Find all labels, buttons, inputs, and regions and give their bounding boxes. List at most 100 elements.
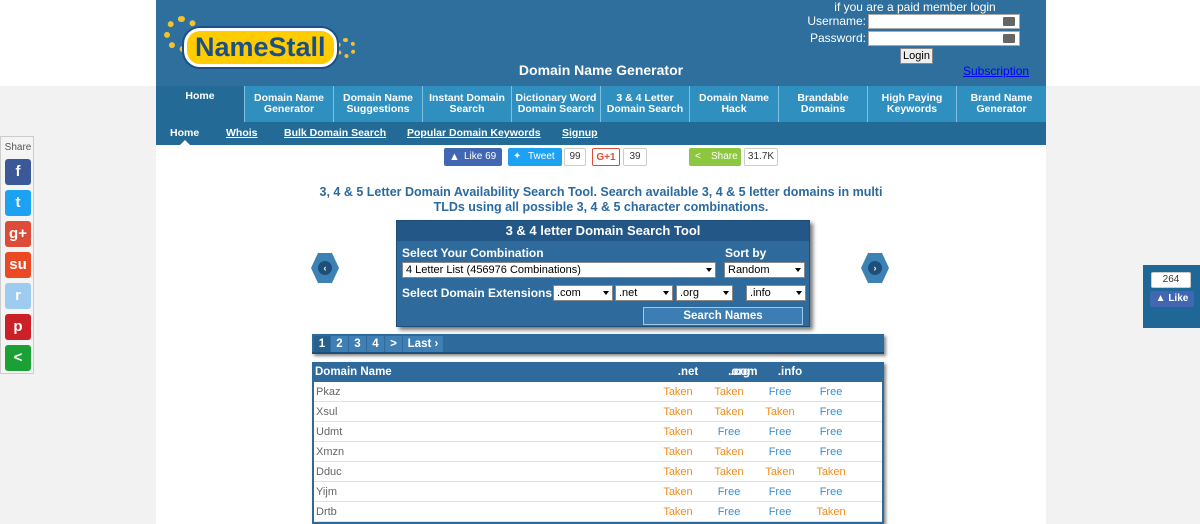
search-names-button[interactable]: Search Names	[643, 307, 803, 325]
page-next[interactable]: >	[385, 336, 402, 352]
extensions-label: Select Domain Extensions:	[402, 286, 557, 300]
status-cell: Taken	[663, 466, 693, 478]
table-row: Yijm Taken Free Free Free	[314, 482, 882, 502]
share-sidebar-label: Share	[4, 142, 32, 153]
nav-domain-name-hack[interactable]: Domain Name Hack	[690, 86, 779, 122]
domain-name-cell: Drtb	[316, 506, 337, 518]
extension-select-net[interactable]: .net	[615, 285, 673, 301]
search-tool-panel: 3 & 4 letter Domain Search Tool Select Y…	[396, 220, 810, 327]
facebook-like-button[interactable]: ▲ Like 69	[444, 148, 502, 166]
google-plus-icon[interactable]: g+	[5, 221, 31, 247]
domain-name-cell: Pkaz	[316, 386, 341, 398]
combination-value: 4 Letter List (456976 Combinations)	[406, 264, 581, 276]
sort-label: Sort by	[725, 246, 767, 260]
status-cell: Taken	[714, 386, 744, 398]
table-row: Pkaz Taken Taken Free Free	[314, 382, 882, 402]
paid-member-text: if you are a paid member login	[834, 0, 996, 14]
tool-description: 3, 4 & 5 Letter Domain Availability Sear…	[319, 185, 883, 214]
page-2[interactable]: 2	[331, 336, 348, 352]
tweet-button[interactable]: ✦ Tweet	[508, 148, 562, 166]
subnav-signup[interactable]: Signup	[562, 127, 598, 139]
facebook-icon[interactable]: f	[5, 159, 31, 185]
table-row: Udmt Taken Free Free Free	[314, 422, 882, 442]
table-header: Domain Name .com .net .org .info	[312, 362, 884, 382]
status-cell: Free	[768, 486, 792, 498]
sub-nav: Home Whois Bulk Domain Search Popular Do…	[156, 122, 1046, 145]
share-sidebar: Share f t g+ su r p <	[0, 136, 34, 374]
password-field[interactable]	[868, 31, 1020, 46]
gplus-count: 39	[623, 148, 647, 166]
keyboard-icon	[1003, 17, 1015, 26]
status-cell: Taken	[663, 506, 693, 518]
status-cell: Free	[717, 426, 741, 438]
dropdown-arrow-icon	[603, 291, 609, 295]
domain-name-cell: Xmzn	[316, 446, 345, 458]
status-cell: Taken	[663, 486, 693, 498]
sort-select[interactable]: Random	[724, 262, 805, 278]
status-cell: Free	[819, 446, 843, 458]
subnav-home[interactable]: Home	[170, 127, 199, 139]
status-cell: Free	[819, 486, 843, 498]
status-cell: Free	[819, 386, 843, 398]
next-arrow[interactable]: ›	[861, 253, 889, 283]
pinterest-icon[interactable]: p	[5, 314, 31, 340]
page-last[interactable]: Last ›	[403, 336, 443, 352]
header-org: .org	[728, 366, 750, 378]
nav-brand-name-generator[interactable]: Brand Name Generator	[957, 86, 1046, 122]
extension-select-com[interactable]: .com	[553, 285, 613, 301]
table-row: Xsul Taken Taken Taken Free	[314, 402, 882, 422]
dropdown-arrow-icon	[706, 268, 712, 272]
page-3[interactable]: 3	[349, 336, 366, 352]
header-info: .info	[777, 366, 803, 378]
table-row: Xmzn Taken Taken Free Free	[314, 442, 882, 462]
combination-select[interactable]: 4 Letter List (456976 Combinations)	[402, 262, 716, 278]
status-cell: Taken	[714, 466, 744, 478]
stumbleupon-icon[interactable]: su	[5, 252, 31, 278]
subnav-bulk-domain-search[interactable]: Bulk Domain Search	[284, 127, 386, 139]
status-cell: Taken	[663, 386, 693, 398]
share-label: Share	[711, 151, 738, 162]
nav-domain-name-generator[interactable]: Domain Name Generator	[245, 86, 334, 122]
extension-select-info[interactable]: .info	[746, 285, 806, 301]
nav-home[interactable]: Home	[156, 86, 245, 122]
chevron-right-icon: ›	[868, 261, 882, 275]
nav-brandable-domains[interactable]: Brandable Domains	[779, 86, 868, 122]
subnav-whois[interactable]: Whois	[226, 127, 258, 139]
username-field[interactable]	[868, 14, 1020, 29]
share-count: 31.7K	[744, 148, 778, 166]
status-cell: Free	[768, 446, 792, 458]
tool-title: 3 & 4 letter Domain Search Tool	[397, 221, 809, 241]
thumbs-up-icon: ▲	[449, 151, 460, 163]
status-cell: Taken	[714, 406, 744, 418]
dropdown-arrow-icon	[795, 268, 801, 272]
subnav-popular-domain-keywords[interactable]: Popular Domain Keywords	[407, 127, 541, 139]
nav-3-4-letter-domain-search[interactable]: 3 & 4 Letter Domain Search	[601, 86, 690, 122]
nav-high-paying-keywords[interactable]: High Paying Keywords	[868, 86, 957, 122]
status-cell: Taken	[714, 446, 744, 458]
nav-dictionary-word-domain-search[interactable]: Dictionary Word Domain Search	[512, 86, 601, 122]
results-table: Domain Name .com .net .org .info Pkaz Tak…	[312, 362, 884, 524]
status-cell: Taken	[816, 466, 846, 478]
main-nav: Home Domain Name Generator Domain Name S…	[156, 86, 1046, 122]
prev-arrow[interactable]: ‹	[311, 253, 339, 283]
reddit-icon[interactable]: r	[5, 283, 31, 309]
nav-domain-name-suggestions[interactable]: Domain Name Suggestions	[334, 86, 423, 122]
login-button[interactable]: Login	[900, 48, 933, 64]
google-plus-button[interactable]: G+1	[592, 148, 620, 166]
table-row: Drtb Taken Free Free Taken	[314, 502, 882, 522]
facebook-widget: 264 ▲ Like	[1143, 265, 1200, 328]
status-cell: Free	[768, 506, 792, 518]
subscription-link[interactable]: Subscription	[963, 64, 1029, 78]
keyboard-icon	[1003, 34, 1015, 43]
share-icon[interactable]: <	[5, 345, 31, 371]
fb-like-button[interactable]: ▲ Like	[1150, 291, 1194, 307]
twitter-icon[interactable]: t	[5, 190, 31, 216]
share-button[interactable]: < Share	[689, 148, 741, 166]
status-cell: Taken	[765, 406, 795, 418]
page-1[interactable]: 1	[314, 336, 330, 352]
extension-select-org[interactable]: .org	[676, 285, 733, 301]
page-4[interactable]: 4	[367, 336, 384, 352]
nav-instant-domain-search[interactable]: Instant Domain Search	[423, 86, 512, 122]
domain-name-cell: Udmt	[316, 426, 343, 438]
extension-value: .info	[750, 287, 771, 299]
